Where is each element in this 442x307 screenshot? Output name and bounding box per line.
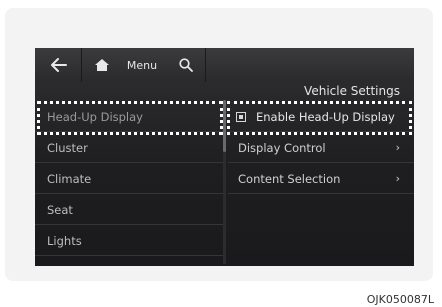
infotainment-screen: Menu Vehicle Settings Head-Up Display Cl… — [35, 48, 414, 266]
category-item-cluster[interactable]: Cluster — [35, 133, 223, 163]
settings-category-list: Head-Up Display Cluster Climate Seat Lig… — [35, 98, 223, 266]
category-item-lights[interactable]: Lights — [35, 226, 223, 256]
settings-detail-list: Enable Head-Up Display Display Control ›… — [228, 98, 414, 266]
chevron-right-icon: › — [395, 172, 400, 185]
enable-head-up-display-label: Enable Head-Up Display — [256, 109, 395, 124]
back-arrow-icon — [51, 58, 67, 72]
top-bar: Menu — [35, 48, 414, 82]
search-button[interactable] — [177, 54, 195, 76]
category-item-seat[interactable]: Seat — [35, 195, 223, 225]
scrollbar-thumb[interactable] — [223, 100, 226, 152]
content-selection-item[interactable]: Content Selection › — [228, 164, 414, 194]
back-button[interactable] — [49, 54, 69, 76]
topbar-divider — [205, 48, 206, 82]
menu-button[interactable]: Menu — [125, 54, 159, 76]
category-item-climate[interactable]: Climate — [35, 164, 223, 194]
home-icon — [95, 58, 109, 71]
home-button[interactable] — [93, 54, 111, 76]
panel-title: Vehicle Settings — [304, 84, 400, 98]
display-control-label: Display Control — [238, 140, 326, 155]
category-item-head-up-display[interactable]: Head-Up Display — [35, 102, 223, 132]
chevron-right-icon: › — [395, 141, 400, 154]
display-control-item[interactable]: Display Control › — [228, 133, 414, 163]
content-selection-label: Content Selection — [238, 171, 341, 186]
enable-checkbox[interactable] — [236, 111, 246, 122]
search-icon — [179, 58, 193, 72]
topbar-divider — [81, 48, 82, 82]
figure-code: OJK050087L — [366, 293, 434, 306]
enable-head-up-display-row[interactable]: Enable Head-Up Display — [228, 102, 414, 132]
